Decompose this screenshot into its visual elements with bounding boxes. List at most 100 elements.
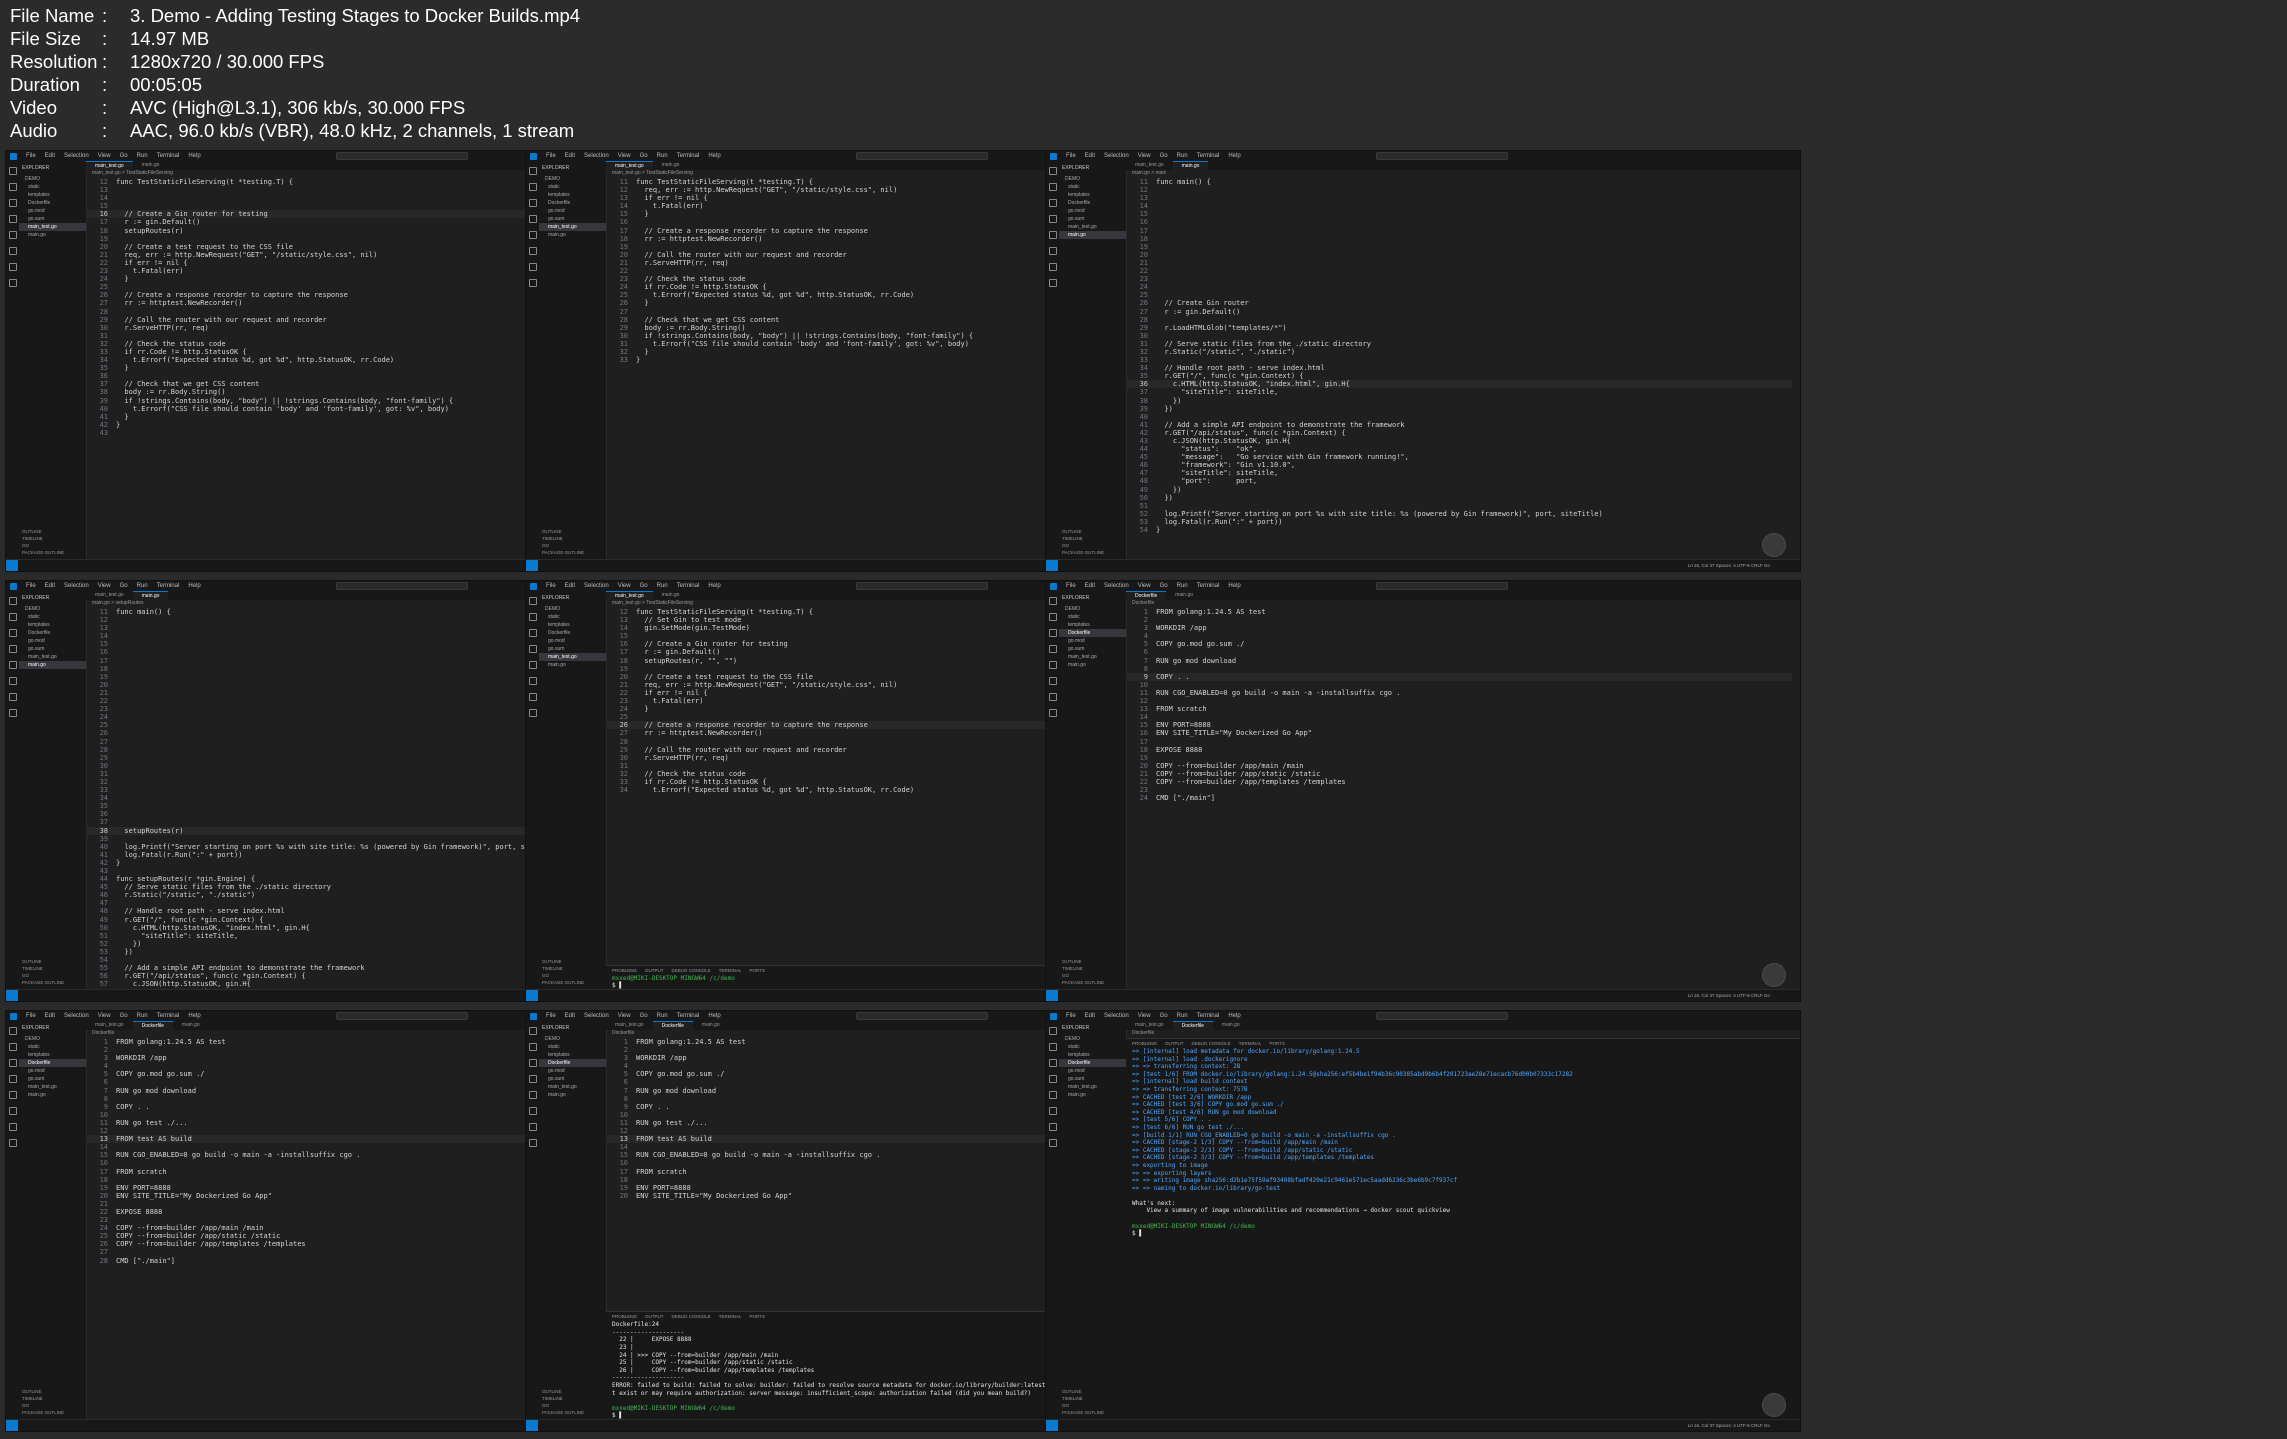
docker-icon[interactable] — [1048, 279, 1057, 287]
sidebar-panel-header[interactable]: OUTLINE — [1059, 1388, 1126, 1395]
editor-tab[interactable]: main_test.go — [606, 1021, 653, 1030]
remote-icon[interactable] — [528, 677, 537, 685]
terminal-tab[interactable]: OUTPUT — [1165, 1039, 1184, 1048]
terminal-tab[interactable]: PROBLEMS — [1132, 1039, 1157, 1048]
extensions-icon[interactable] — [8, 1091, 17, 1099]
explorer-item[interactable]: main_test.go — [19, 223, 86, 231]
extensions-icon[interactable] — [8, 231, 17, 239]
menu-item[interactable]: Selection — [584, 153, 609, 159]
sidebar-panel-header[interactable]: GO — [1059, 972, 1126, 979]
menu-item[interactable]: View — [1138, 153, 1151, 159]
chat-fab-button[interactable] — [1762, 1393, 1786, 1417]
docker-icon[interactable] — [8, 1139, 17, 1147]
menu-item[interactable]: Go — [1160, 1013, 1168, 1019]
explorer-item[interactable]: main.go — [539, 661, 606, 669]
explorer-item[interactable]: go.mod — [539, 1067, 606, 1075]
search-icon[interactable] — [1048, 183, 1057, 191]
editor-tab[interactable]: main_test.go — [86, 1021, 133, 1030]
docker-icon[interactable] — [1048, 709, 1057, 717]
editor-tab[interactable]: main.go — [1166, 591, 1202, 600]
menu-item[interactable]: Help — [708, 153, 720, 159]
explorer-item[interactable]: go.sum — [539, 1075, 606, 1083]
test-icon[interactable] — [528, 263, 537, 271]
menu-item[interactable]: View — [618, 153, 631, 159]
menu-item[interactable]: File — [546, 153, 556, 159]
files-icon[interactable] — [1048, 597, 1057, 605]
menu-item[interactable]: Help — [188, 1013, 200, 1019]
explorer-item[interactable]: templates — [19, 621, 86, 629]
terminal-tab[interactable]: DEBUG CONSOLE — [672, 1312, 711, 1321]
explorer-item[interactable]: templates — [539, 191, 606, 199]
chat-fab-button[interactable] — [1762, 963, 1786, 987]
editor-tab[interactable]: main_test.go — [606, 591, 653, 600]
run-debug-icon[interactable] — [528, 645, 537, 653]
menu-item[interactable]: Selection — [584, 583, 609, 589]
terminal-tab[interactable]: PORTS — [750, 1312, 765, 1321]
menu-item[interactable]: Help — [1228, 153, 1240, 159]
explorer-item[interactable]: static — [1059, 613, 1126, 621]
sidebar-panel-header[interactable]: GO — [19, 1402, 86, 1409]
sidebar-panel-header[interactable]: TIMELINE — [1059, 535, 1126, 542]
menu-item[interactable]: Go — [640, 1013, 648, 1019]
explorer-root[interactable]: DEMO — [19, 175, 86, 183]
menu-item[interactable]: Run — [1177, 583, 1188, 589]
menu-item[interactable]: Run — [657, 583, 668, 589]
explorer-item[interactable]: go.sum — [1059, 1075, 1126, 1083]
run-debug-icon[interactable] — [8, 645, 17, 653]
menu-item[interactable]: View — [1138, 1013, 1151, 1019]
explorer-item[interactable]: Dockerfile — [19, 629, 86, 637]
terminal-tab[interactable]: PROBLEMS — [612, 966, 637, 975]
menu-item[interactable]: Help — [708, 583, 720, 589]
menu-item[interactable]: Terminal — [1197, 153, 1220, 159]
explorer-item[interactable]: Dockerfile — [539, 1059, 606, 1067]
test-icon[interactable] — [528, 1123, 537, 1131]
menu-item[interactable]: Selection — [1104, 153, 1129, 159]
sidebar-panel-header[interactable]: TIMELINE — [539, 1395, 606, 1402]
run-debug-icon[interactable] — [1048, 1075, 1057, 1083]
menu-item[interactable]: Run — [137, 153, 148, 159]
explorer-item[interactable]: main.go — [19, 661, 86, 669]
sidebar-panel-header[interactable]: PACKAGE OUTLINE — [1059, 549, 1126, 556]
run-debug-icon[interactable] — [1048, 215, 1057, 223]
menu-item[interactable]: Terminal — [157, 1013, 180, 1019]
extensions-icon[interactable] — [1048, 1091, 1057, 1099]
chat-fab-button[interactable] — [1762, 533, 1786, 557]
explorer-item[interactable]: go.sum — [539, 215, 606, 223]
remote-icon[interactable] — [1048, 677, 1057, 685]
extensions-icon[interactable] — [528, 661, 537, 669]
editor-tab[interactable]: main.go — [693, 1021, 729, 1030]
editor-tab[interactable]: main.go — [173, 1021, 209, 1030]
explorer-root[interactable]: DEMO — [1059, 175, 1126, 183]
menu-item[interactable]: Run — [137, 1013, 148, 1019]
test-icon[interactable] — [528, 693, 537, 701]
terminal-tab[interactable]: TERMINAL — [719, 1312, 742, 1321]
explorer-item[interactable]: templates — [539, 1051, 606, 1059]
menu-item[interactable]: Selection — [64, 1013, 89, 1019]
menu-item[interactable]: Edit — [565, 153, 575, 159]
explorer-item[interactable]: main_test.go — [19, 1083, 86, 1091]
remote-indicator-icon[interactable] — [526, 990, 538, 1001]
explorer-item[interactable]: templates — [1059, 621, 1126, 629]
search-icon[interactable] — [8, 183, 17, 191]
search-icon[interactable] — [8, 1043, 17, 1051]
command-search[interactable] — [1376, 152, 1508, 160]
explorer-item[interactable]: templates — [1059, 191, 1126, 199]
remote-icon[interactable] — [8, 677, 17, 685]
menu-item[interactable]: View — [1138, 583, 1151, 589]
remote-icon[interactable] — [1048, 1107, 1057, 1115]
menu-item[interactable]: Go — [1160, 583, 1168, 589]
menu-item[interactable]: View — [98, 583, 111, 589]
sidebar-panel-header[interactable]: PACKAGE OUTLINE — [539, 1409, 606, 1416]
files-icon[interactable] — [528, 167, 537, 175]
sidebar-panel-header[interactable]: TIMELINE — [539, 535, 606, 542]
test-icon[interactable] — [1048, 1123, 1057, 1131]
menu-item[interactable]: Go — [120, 153, 128, 159]
sidebar-panel-header[interactable]: GO — [19, 972, 86, 979]
docker-icon[interactable] — [528, 1139, 537, 1147]
explorer-item[interactable]: go.sum — [539, 645, 606, 653]
remote-indicator-icon[interactable] — [6, 1420, 18, 1431]
menu-item[interactable]: Go — [640, 583, 648, 589]
command-search[interactable] — [856, 152, 988, 160]
explorer-item[interactable]: go.sum — [19, 645, 86, 653]
terminal-tab[interactable]: DEBUG CONSOLE — [672, 966, 711, 975]
